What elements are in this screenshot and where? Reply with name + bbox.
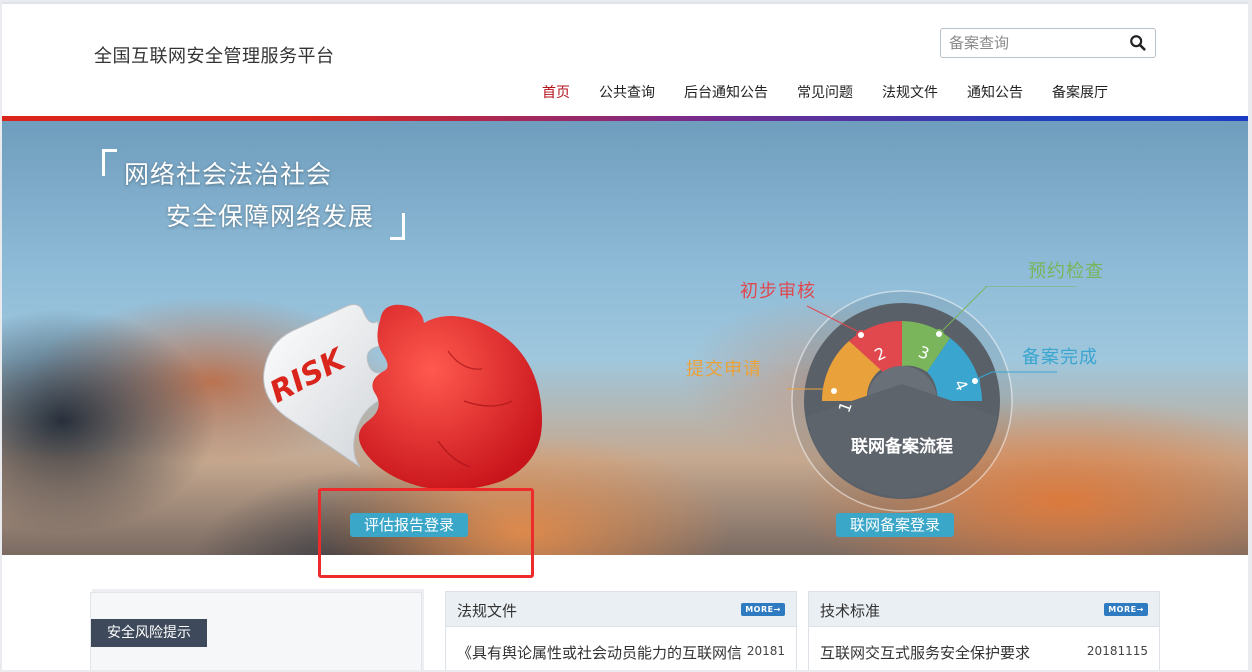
search-input[interactable] (941, 29, 1137, 57)
nav-backend-notice[interactable]: 后台通知公告 (684, 82, 768, 104)
list-item[interactable]: 互联网交互式服务安全保护要求 20181115 (820, 642, 1148, 663)
search-icon[interactable] (1129, 34, 1147, 52)
standard-item-title[interactable]: 互联网交互式服务安全保护要求 (820, 644, 1030, 662)
risk-tips-tab[interactable]: 安全风险提示 (91, 619, 207, 647)
nav-filing-hall[interactable]: 备案展厅 (1052, 82, 1108, 104)
step-3-label: 预约检查 (1028, 261, 1104, 282)
nav-home[interactable]: 首页 (542, 82, 570, 104)
step-4-label: 备案完成 (1022, 347, 1098, 368)
regulation-item-title[interactable]: 《具有舆论属性或社会动员能力的互联网信 (457, 644, 742, 662)
standards-header: 技术标准 MORE→ (809, 592, 1159, 627)
highlight-box (318, 488, 534, 578)
filing-process-diagram: 1 2 3 4 联网备案流程 (787, 286, 1077, 512)
regulations-title: 法规文件 (457, 602, 518, 620)
nav-faq[interactable]: 常见问题 (797, 82, 853, 104)
nav-public-query[interactable]: 公共查询 (599, 82, 655, 104)
close-bracket (390, 213, 405, 240)
standards-more-button[interactable]: MORE→ (1104, 603, 1148, 616)
standard-item-date: 20181115 (1082, 644, 1148, 658)
regulations-header: 法规文件 MORE→ (446, 592, 796, 627)
top-border (2, 2, 1248, 4)
regulations-more-button[interactable]: MORE→ (741, 603, 785, 616)
nav-announcements[interactable]: 通知公告 (967, 82, 1023, 104)
risk-tips-card: 安全风险提示 (90, 592, 422, 670)
red-puzzle-piece (358, 304, 542, 490)
nav-regulations[interactable]: 法规文件 (882, 82, 938, 104)
hero-banner: 网络社会法治社会 安全保障网络发展 RISK 1 2 3 4 联网备案流程 提交… (2, 121, 1248, 555)
standards-panel: 技术标准 MORE→ 互联网交互式服务安全保护要求 20181115 (808, 591, 1160, 670)
step-2-label: 初步审核 (740, 281, 816, 302)
search-box[interactable] (940, 28, 1156, 58)
risk-puzzle-illustration: RISK (263, 304, 542, 490)
main-nav: 首页 公共查询 后台通知公告 常见问题 法规文件 通知公告 备案展厅 (542, 82, 1137, 104)
process-title: 联网备案流程 (851, 436, 953, 457)
network-filing-login-button[interactable]: 联网备案登录 (836, 513, 955, 537)
slogan-line1: 网络社会法治社会 (124, 160, 333, 189)
standards-title: 技术标准 (820, 602, 881, 620)
open-bracket (102, 149, 117, 176)
regulations-panel: 法规文件 MORE→ 《具有舆论属性或社会动员能力的互联网信 20181 (445, 591, 797, 670)
list-item[interactable]: 《具有舆论属性或社会动员能力的互联网信 20181 (457, 642, 785, 663)
slogan-line2: 安全保障网络发展 (166, 202, 375, 231)
page-frame: 全国互联网安全管理服务平台 首页 公共查询 后台通知公告 常见问题 法规文件 通… (2, 2, 1248, 670)
site-title[interactable]: 全国互联网安全管理服务平台 (94, 42, 335, 68)
step-1-label: 提交申请 (686, 359, 762, 380)
regulation-item-date: 20181 (742, 644, 785, 658)
